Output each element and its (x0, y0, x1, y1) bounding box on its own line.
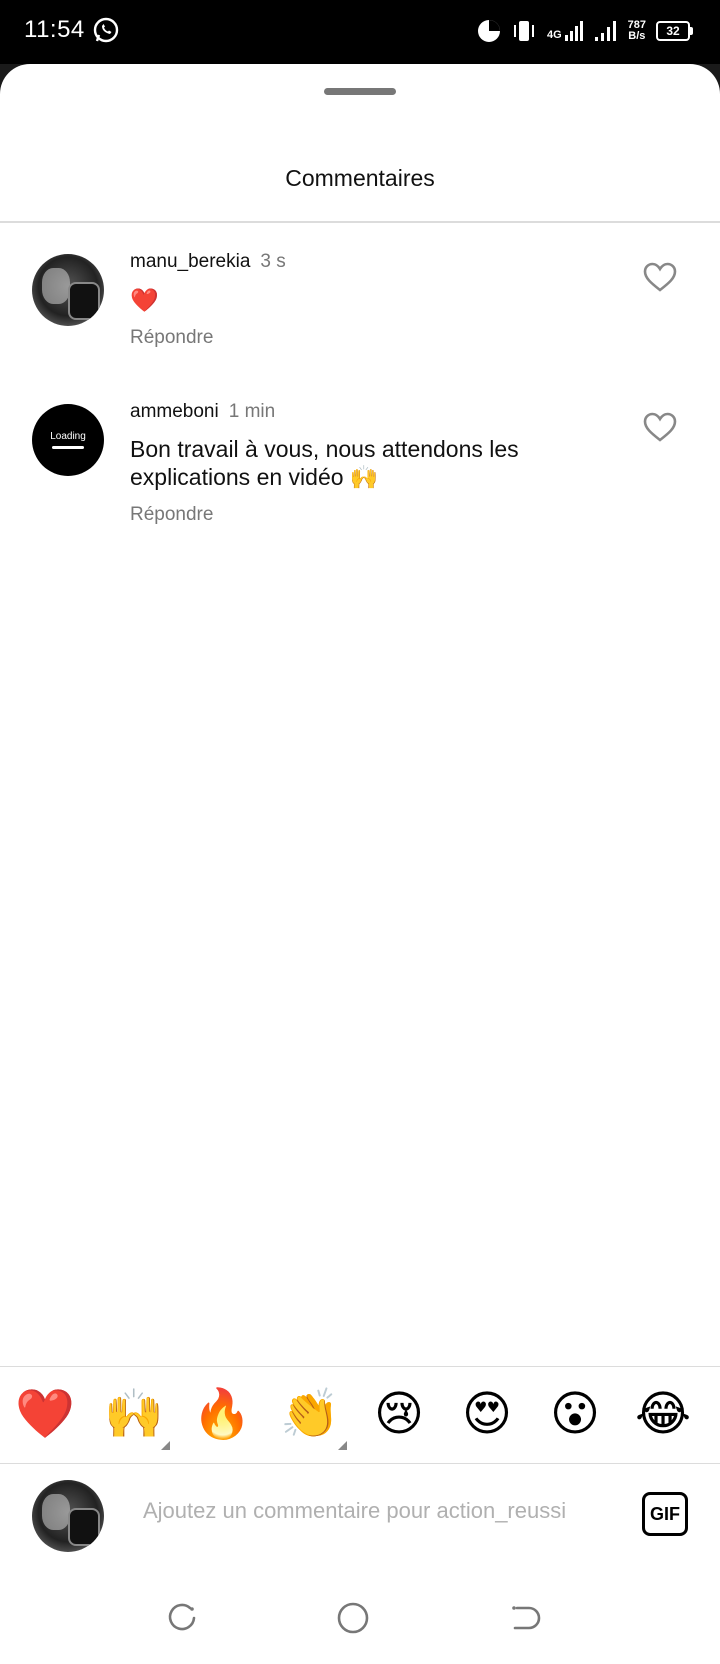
drag-handle[interactable] (324, 88, 396, 95)
comment-header: manu_berekia 3 s (130, 251, 286, 273)
comment-item: Loading ammeboni 1 min Bon travail à vous… (0, 401, 720, 594)
avatar-loading-text: Loading (50, 431, 86, 442)
comment-composer: GIF (0, 1462, 720, 1572)
battery-indicator: 32 (656, 21, 693, 41)
status-time: 11:54 (24, 16, 85, 43)
emoji-surprised-face[interactable]: 😮 (545, 1387, 605, 1443)
home-icon[interactable] (335, 1600, 371, 1636)
data-saver-icon (477, 20, 500, 42)
avatar[interactable] (32, 254, 104, 326)
comment-time: 1 min (228, 401, 276, 422)
whatsapp-notification-icon (93, 17, 119, 43)
reply-button[interactable]: Répondre (130, 504, 213, 526)
reply-button[interactable]: Répondre (130, 327, 213, 349)
skin-tone-indicator (161, 1441, 170, 1450)
emoji-red-heart[interactable]: ❤️ (15, 1387, 75, 1443)
signal-strength-icon-2 (594, 21, 616, 41)
like-heart-icon[interactable] (643, 262, 677, 292)
emoji-fire[interactable]: 🔥 (192, 1387, 252, 1443)
comment-text: Bon travail à vous, nous attendons les e… (130, 436, 519, 490)
comment-input[interactable] (143, 1498, 613, 1524)
emoji-raising-hands[interactable]: 🙌 (104, 1387, 164, 1443)
avatar[interactable]: Loading (32, 404, 104, 476)
quick-emoji-bar: ❤️ 🙌 🔥 👏 😢 😍 😮 😂 (0, 1366, 720, 1464)
status-icons: 4G 787 B/s 32 (477, 16, 693, 46)
emoji-heart-eyes[interactable]: 😍 (457, 1387, 517, 1443)
status-bar: 11:54 4G 787 B/s 32 (0, 0, 720, 64)
avatar-loading-bar (52, 446, 84, 449)
gif-button[interactable]: GIF (642, 1492, 688, 1536)
sheet-title: Commentaires (285, 165, 435, 191)
vibrate-icon (513, 21, 534, 41)
my-avatar (32, 1480, 104, 1552)
comment-time: 3 s (260, 251, 286, 272)
title-divider (0, 221, 720, 223)
system-nav-bar (0, 1572, 720, 1664)
network-speed: 787 B/s (627, 19, 646, 42)
comment-username[interactable]: manu_berekia (130, 251, 250, 272)
signal-4g: 4G (547, 21, 584, 41)
comment-header: ammeboni 1 min (130, 401, 275, 423)
emoji-clapping-hands[interactable]: 👏 (280, 1387, 340, 1443)
back-icon[interactable] (507, 1600, 543, 1636)
comments-sheet: Commentaires manu_berekia 3 s ❤️ Répondre… (0, 64, 720, 1664)
skin-tone-indicator (338, 1441, 347, 1450)
signal-strength-icon (564, 21, 583, 41)
recents-icon[interactable] (164, 1600, 200, 1636)
network-type: 4G (546, 29, 562, 41)
emoji-crying-face[interactable]: 😢 (369, 1387, 429, 1443)
comment-text: ❤️ (130, 287, 159, 313)
like-heart-icon[interactable] (643, 412, 677, 442)
comment-item: manu_berekia 3 s ❤️ Répondre (0, 251, 720, 404)
comment-username[interactable]: ammeboni (130, 401, 219, 422)
emoji-tears-of-joy[interactable]: 😂 (633, 1387, 693, 1443)
